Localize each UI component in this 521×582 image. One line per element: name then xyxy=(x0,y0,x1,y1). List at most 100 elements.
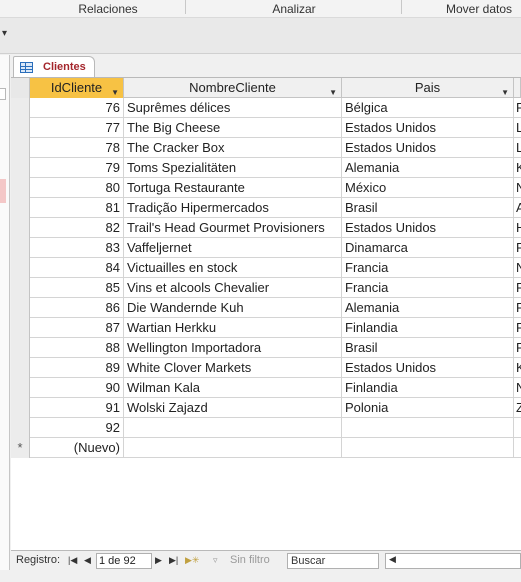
cell-pais[interactable]: Alemania xyxy=(342,298,514,318)
cell-idcliente[interactable]: 78 xyxy=(30,138,124,158)
next-record-icon[interactable]: ▶ xyxy=(155,555,162,566)
new-record-icon[interactable]: ▶✳ xyxy=(185,555,199,566)
prev-record-icon[interactable]: ◀ xyxy=(84,555,91,566)
cell-nombrecliente[interactable]: Wolski Zajazd xyxy=(124,398,342,418)
cell-nombrecliente[interactable]: Wartian Herkku xyxy=(124,318,342,338)
cell-idcliente[interactable]: 82 xyxy=(30,218,124,238)
search-input[interactable]: Buscar xyxy=(287,553,379,569)
cell-idcliente[interactable]: 88 xyxy=(30,338,124,358)
cell-pais[interactable]: Brasil xyxy=(342,198,514,218)
cell-pais[interactable]: Estados Unidos xyxy=(342,138,514,158)
table-row[interactable]: 82 Trail's Head Gourmet Provisioners Estad… xyxy=(11,218,521,238)
cell-pais[interactable]: Dinamarca xyxy=(342,238,514,258)
datasheet-grid[interactable]: IdCliente ▼ NombreCliente ▼ Pais ▼ 76 Sup… xyxy=(11,77,521,550)
cell-nombrecliente[interactable]: Toms Spezialitäten xyxy=(124,158,342,178)
cell-idcliente[interactable]: 89 xyxy=(30,358,124,378)
last-record-icon[interactable]: ▶| xyxy=(169,555,178,566)
column-header-truncated[interactable] xyxy=(514,78,521,98)
cell-truncated[interactable]: Z xyxy=(514,398,521,418)
record-selector[interactable] xyxy=(11,298,30,318)
new-record-row[interactable]: * (Nuevo) xyxy=(11,438,521,458)
cell-nombrecliente[interactable]: The Cracker Box xyxy=(124,138,342,158)
record-selector[interactable] xyxy=(11,358,30,378)
record-selector[interactable] xyxy=(11,178,30,198)
cell-pais[interactable]: Finlandia xyxy=(342,378,514,398)
table-row[interactable]: 92 xyxy=(11,418,521,438)
cell-idcliente[interactable]: 85 xyxy=(30,278,124,298)
navigation-pane-collapsed[interactable] xyxy=(0,55,10,577)
record-selector[interactable] xyxy=(11,258,30,278)
column-header-nombrecliente[interactable]: NombreCliente ▼ xyxy=(124,78,342,98)
column-header-pais[interactable]: Pais ▼ xyxy=(342,78,514,98)
cell-truncated[interactable]: N xyxy=(514,258,521,278)
scroll-left-icon[interactable]: ◀ xyxy=(389,554,396,565)
cell-truncated[interactable]: F xyxy=(514,298,521,318)
cell-idcliente[interactable]: 79 xyxy=(30,158,124,178)
cell-idcliente[interactable]: 91 xyxy=(30,398,124,418)
table-row[interactable]: 81Tradição HipermercadosBrasilA xyxy=(11,198,521,218)
table-row[interactable]: 87Wartian HerkkuFinlandiaF xyxy=(11,318,521,338)
cell-idcliente[interactable]: 83 xyxy=(30,238,124,258)
cell-pais[interactable]: Alemania xyxy=(342,158,514,178)
cell-nombrecliente[interactable]: Suprêmes délices xyxy=(124,98,342,118)
record-selector[interactable] xyxy=(11,218,30,238)
record-position-input[interactable]: 1 de 92 xyxy=(96,553,152,569)
column-header-idcliente[interactable]: IdCliente ▼ xyxy=(30,78,124,98)
cell-truncated[interactable]: L xyxy=(514,138,521,158)
cell-idcliente[interactable]: 92 xyxy=(30,418,124,438)
cell-idcliente[interactable]: 84 xyxy=(30,258,124,278)
cell-truncated[interactable]: F xyxy=(514,278,521,298)
cell-idcliente[interactable]: 80 xyxy=(30,178,124,198)
record-selector[interactable] xyxy=(11,98,30,118)
nav-pane-toggle[interactable] xyxy=(0,88,6,100)
cell-truncated[interactable]: A xyxy=(514,198,521,218)
cell-truncated[interactable]: K xyxy=(514,358,521,378)
cell-truncated[interactable]: F xyxy=(514,98,521,118)
table-row[interactable]: 91Wolski ZajazdPoloniaZ xyxy=(11,398,521,418)
no-filter-button[interactable]: Sin filtro xyxy=(230,554,270,566)
record-selector[interactable] xyxy=(11,398,30,418)
cell-idcliente[interactable]: 76 xyxy=(30,98,124,118)
table-row[interactable]: 78The Cracker BoxEstados UnidosL xyxy=(11,138,521,158)
table-row[interactable]: 88Wellington ImportadoraBrasilF xyxy=(11,338,521,358)
cell-pais[interactable]: Bélgica xyxy=(342,98,514,118)
select-all-corner[interactable] xyxy=(11,78,30,98)
record-selector[interactable] xyxy=(11,318,30,338)
new-record-country-cell[interactable] xyxy=(342,438,514,458)
record-selector[interactable] xyxy=(11,338,30,358)
cell-nombrecliente[interactable] xyxy=(124,418,342,438)
nav-pane-selected-item[interactable] xyxy=(0,179,6,203)
table-row[interactable]: 89White Clover MarketsEstados UnidosK xyxy=(11,358,521,378)
cell-nombrecliente[interactable]: Wilman Kala xyxy=(124,378,342,398)
new-record-name-cell[interactable] xyxy=(124,438,342,458)
tab-clientes[interactable]: Clientes xyxy=(13,56,95,78)
cell-pais[interactable]: Polonia xyxy=(342,398,514,418)
horizontal-scrollbar[interactable]: ◀ xyxy=(385,553,521,569)
cell-truncated[interactable]: N xyxy=(514,178,521,198)
cell-pais[interactable]: Estados Unidos xyxy=(342,118,514,138)
cell-truncated[interactable]: L xyxy=(514,118,521,138)
customize-toolbar-icon[interactable]: ▾ xyxy=(2,28,7,39)
cell-nombrecliente[interactable]: White Clover Markets xyxy=(124,358,342,378)
table-row[interactable]: 80Tortuga RestauranteMéxicoN xyxy=(11,178,521,198)
filter-icon[interactable]: ▿ xyxy=(213,555,218,566)
table-row[interactable]: 76Suprêmes délicesBélgicaF xyxy=(11,98,521,118)
cell-idcliente[interactable]: 87 xyxy=(30,318,124,338)
table-row[interactable]: 86Die Wandernde KuhAlemaniaF xyxy=(11,298,521,318)
table-row[interactable]: 84Victuailles en stockFranciaN xyxy=(11,258,521,278)
record-selector[interactable] xyxy=(11,198,30,218)
cell-truncated[interactable]: F xyxy=(514,318,521,338)
cell-idcliente[interactable]: 86 xyxy=(30,298,124,318)
table-row[interactable]: 90Wilman KalaFinlandiaN xyxy=(11,378,521,398)
record-selector[interactable] xyxy=(11,138,30,158)
new-record-extra-cell[interactable] xyxy=(514,438,521,458)
cell-nombrecliente[interactable]: Tradição Hipermercados xyxy=(124,198,342,218)
cell-nombrecliente[interactable]: Vaffeljernet xyxy=(124,238,342,258)
cell-pais[interactable]: Francia xyxy=(342,258,514,278)
cell-pais[interactable]: Estados Unidos xyxy=(342,218,514,238)
cell-nombrecliente[interactable]: Vins et alcools Chevalier xyxy=(124,278,342,298)
cell-nombrecliente[interactable]: Die Wandernde Kuh xyxy=(124,298,342,318)
cell-nombrecliente[interactable]: Trail's Head Gourmet Provisioners xyxy=(124,218,342,238)
cell-pais[interactable]: Finlandia xyxy=(342,318,514,338)
cell-truncated[interactable]: H xyxy=(514,218,521,238)
